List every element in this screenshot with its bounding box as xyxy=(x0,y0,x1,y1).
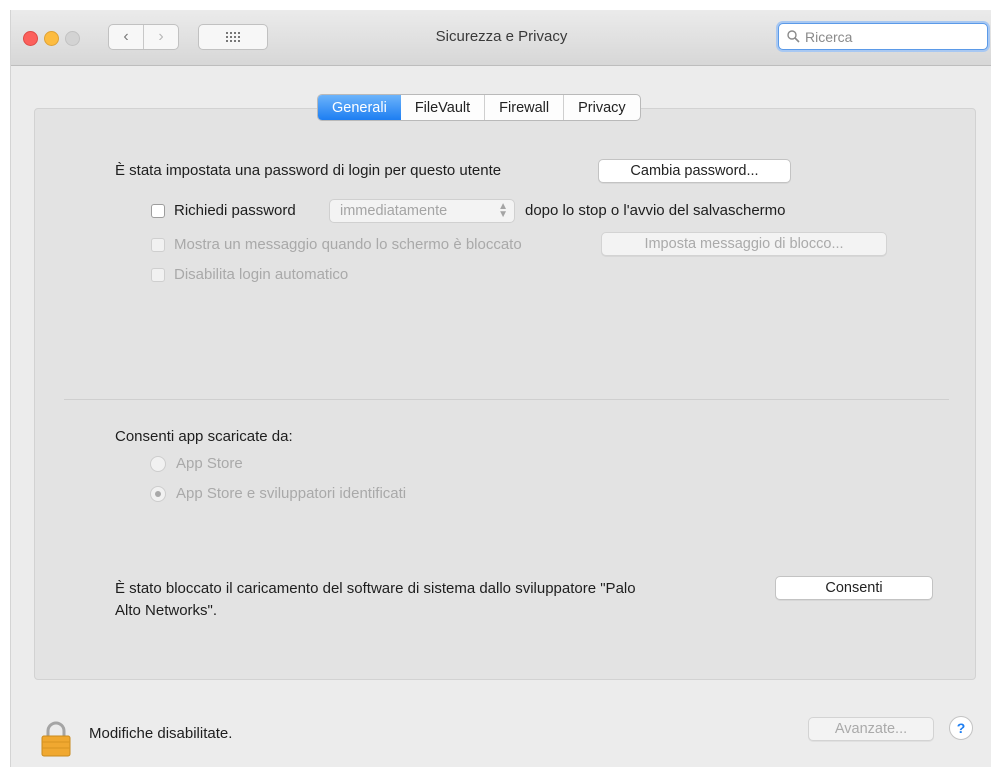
preferences-window: ‹ › Sicurezza e Privacy Ricerca Generali… xyxy=(10,10,991,767)
radio-app-store-label: App Store xyxy=(176,455,243,472)
radio-app-store[interactable] xyxy=(150,456,166,472)
require-password-delay-select[interactable]: immediatamente ▲ ▼ xyxy=(329,199,515,223)
advanced-button[interactable]: Avanzate... xyxy=(808,717,934,741)
allow-button[interactable]: Consenti xyxy=(775,576,933,600)
help-button[interactable]: ? xyxy=(949,716,973,740)
radio-app-store-identified[interactable] xyxy=(150,486,166,502)
search-icon xyxy=(787,30,800,43)
tab-bar: Generali FileVault Firewall Privacy xyxy=(317,94,641,121)
title-bar: ‹ › Sicurezza e Privacy Ricerca xyxy=(11,10,991,66)
require-password-delay-value: immediatamente xyxy=(340,203,448,219)
set-lock-message-button[interactable]: Imposta messaggio di blocco... xyxy=(601,232,887,256)
tab-generali[interactable]: Generali xyxy=(318,95,401,120)
search-field[interactable]: Ricerca xyxy=(778,23,988,50)
blocked-software-text-line2: Alto Networks". xyxy=(115,602,218,619)
tab-firewall[interactable]: Firewall xyxy=(484,95,563,120)
popup-arrows-icon: ▲ ▼ xyxy=(498,201,508,220)
section-divider xyxy=(64,399,949,400)
blocked-software-text-line1: È stato bloccato il caricamento del soft… xyxy=(115,580,636,597)
radio-app-store-identified-label: App Store e sviluppatori identificati xyxy=(176,485,407,502)
disable-auto-login-checkbox[interactable] xyxy=(151,268,165,282)
lock-status-text: Modifiche disabilitate. xyxy=(89,725,233,742)
tab-filevault[interactable]: FileVault xyxy=(401,95,484,120)
show-message-checkbox[interactable] xyxy=(151,238,165,252)
require-password-suffix: dopo lo stop o l'avvio del salvaschermo xyxy=(525,202,786,219)
password-set-text: È stata impostata una password di login … xyxy=(115,162,502,179)
require-password-checkbox[interactable] xyxy=(151,204,165,218)
change-password-button[interactable]: Cambia password... xyxy=(598,159,791,183)
search-placeholder: Ricerca xyxy=(805,28,853,45)
tab-privacy[interactable]: Privacy xyxy=(563,95,640,120)
downloads-heading: Consenti app scaricate da: xyxy=(115,428,293,445)
disable-auto-login-label: Disabilita login automatico xyxy=(174,266,349,283)
require-password-label: Richiedi password xyxy=(174,202,296,219)
lock-icon[interactable] xyxy=(41,721,71,757)
show-message-label: Mostra un messaggio quando lo schermo è … xyxy=(174,236,522,253)
